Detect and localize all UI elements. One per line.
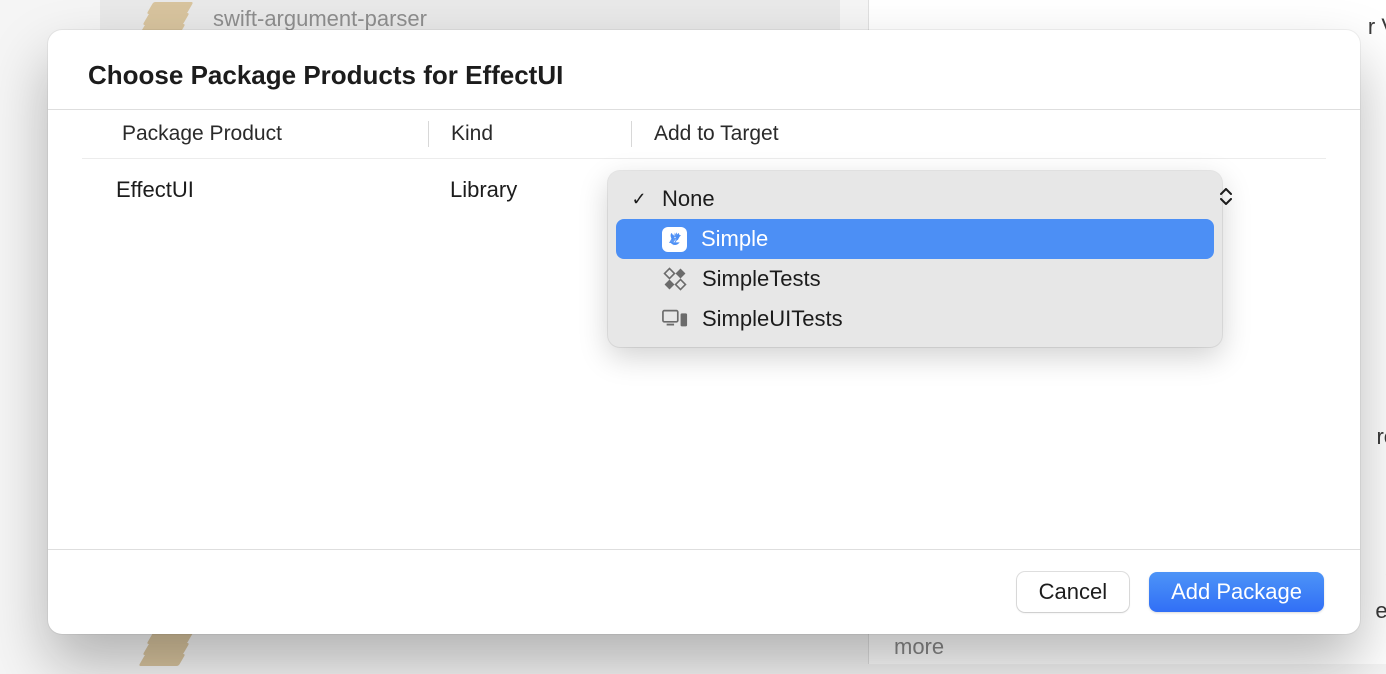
background-package-label: swift-argument-parser: [213, 6, 427, 32]
add-package-button[interactable]: Add Package: [1149, 572, 1324, 612]
dropdown-option-none[interactable]: ✓ None: [616, 179, 1214, 219]
dropdown-option-label: None: [662, 186, 715, 212]
checkmark-icon: ✓: [630, 189, 648, 210]
dropdown-stepper-icon[interactable]: [1218, 183, 1234, 209]
sheet-title: Choose Package Products for EffectUI: [88, 60, 1320, 91]
cancel-button[interactable]: Cancel: [1017, 572, 1129, 612]
dropdown-option-simpletests[interactable]: SimpleTests: [616, 259, 1214, 299]
bg-text-fragment: re: [1376, 420, 1386, 453]
table-body: EffectUI Library ✓ None: [48, 159, 1360, 549]
column-header-product[interactable]: Package Product: [82, 122, 428, 146]
dropdown-option-label: Simple: [701, 226, 768, 252]
package-products-sheet: Choose Package Products for EffectUI Pac…: [48, 30, 1360, 634]
dropdown-option-simpleuitests[interactable]: SimpleUITests: [616, 299, 1214, 339]
dropdown-option-label: SimpleUITests: [702, 306, 843, 332]
target-dropdown-menu[interactable]: ✓ None Simple: [608, 171, 1222, 347]
unit-test-target-icon: [662, 266, 688, 292]
package-stack-icon: [140, 632, 195, 666]
column-header-kind[interactable]: Kind: [429, 122, 631, 146]
dropdown-option-label: SimpleTests: [702, 266, 821, 292]
app-target-icon: [662, 227, 687, 252]
sheet-footer: Cancel Add Package: [48, 550, 1360, 634]
table-header-row: Package Product Kind Add to Target: [48, 110, 1360, 158]
bg-text-fragment: r V: [1368, 10, 1386, 43]
product-name-cell: EffectUI: [82, 177, 428, 203]
product-kind-cell: Library: [428, 177, 630, 203]
column-header-target[interactable]: Add to Target: [632, 122, 1326, 146]
sheet-header: Choose Package Products for EffectUI: [48, 30, 1360, 109]
ui-test-target-icon: [662, 306, 688, 332]
dropdown-option-simple[interactable]: Simple: [616, 219, 1214, 259]
bg-text-fragment: e o: [1375, 594, 1386, 627]
bg-text-more: more: [894, 634, 944, 660]
table-row: EffectUI Library ✓ None: [48, 159, 1360, 203]
